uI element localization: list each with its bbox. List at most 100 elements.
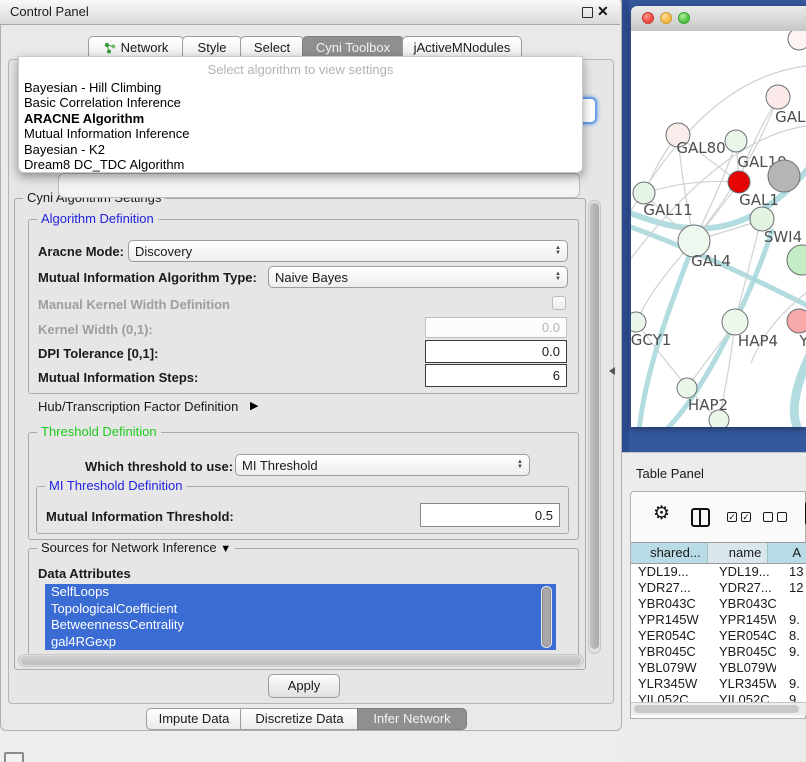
bottom-left-icon[interactable] bbox=[4, 752, 24, 762]
table-rows: YDL19...YDL19...13YDR27...YDR27...12YBR0… bbox=[631, 564, 806, 702]
algorithm-option[interactable]: ARACNE Algorithm bbox=[19, 111, 582, 126]
combo-arrows-icon: ▲▼ bbox=[555, 246, 561, 256]
network-view-window[interactable]: GAL2GAL80GAL10GAL1GAL11SWI4GAL4GCY1HAP4Y… bbox=[631, 6, 806, 427]
algorithm-option[interactable]: Basic Correlation Inference bbox=[19, 95, 582, 110]
algorithm-option[interactable]: Dream8 DC_TDC Algorithm bbox=[19, 157, 582, 172]
column-header-name[interactable]: name bbox=[708, 543, 769, 563]
table-cell: YBL079W bbox=[712, 660, 776, 676]
list-scrollbar[interactable] bbox=[541, 586, 552, 648]
algorithm-option[interactable]: Mutual Information Inference bbox=[19, 126, 582, 141]
table-cell: YBR043C bbox=[631, 596, 712, 612]
data-attributes-list[interactable]: SelfLoopsTopologicalCoefficientBetweenne… bbox=[45, 584, 556, 650]
combo-arrows-icon: ▲▼ bbox=[517, 460, 523, 470]
network-node[interactable] bbox=[788, 31, 806, 50]
table-row[interactable]: YBR043CYBR043C bbox=[631, 596, 806, 612]
tab-label: jActiveMNodules bbox=[414, 40, 511, 55]
which-threshold-label: Which threshold to use: bbox=[85, 459, 233, 474]
aracne-mode-select[interactable]: Discovery ▲▼ bbox=[128, 240, 568, 262]
table-cell: YLR345W bbox=[712, 676, 776, 692]
sources-collapse-arrow-icon[interactable]: ▼ bbox=[220, 543, 231, 555]
settings-vertical-scrollbar[interactable] bbox=[588, 200, 601, 654]
network-canvas[interactable]: GAL2GAL80GAL10GAL1GAL11SWI4GAL4GCY1HAP4Y… bbox=[631, 31, 806, 427]
table-row[interactable]: YDL19...YDL19...13 bbox=[631, 564, 806, 580]
data-attribute-item[interactable]: SelfLoops bbox=[45, 584, 556, 601]
table-panel-title: Table Panel bbox=[636, 466, 704, 481]
minimize-window-icon[interactable] bbox=[660, 12, 672, 24]
float-panel-icon[interactable] bbox=[582, 7, 593, 18]
data-attribute-item[interactable]: BetweennessCentrality bbox=[45, 617, 556, 634]
network-node[interactable] bbox=[725, 130, 747, 152]
network-node[interactable] bbox=[631, 312, 646, 332]
tab-impute-data[interactable]: Impute Data bbox=[146, 708, 242, 730]
table-cell: 8. bbox=[776, 628, 806, 644]
node-label: GAL11 bbox=[643, 201, 692, 219]
tab-label: Cyni Toolbox bbox=[316, 40, 390, 55]
threshold-definition-title: Threshold Definition bbox=[37, 424, 161, 439]
table-cell: YIL052C bbox=[712, 692, 776, 702]
algorithm-option[interactable]: Bayesian - K2 bbox=[19, 142, 582, 157]
network-window-titlebar[interactable] bbox=[631, 6, 806, 32]
table-row[interactable]: YLR345WYLR345W9. bbox=[631, 676, 806, 692]
table-cell: 9. bbox=[776, 676, 806, 692]
mi-steps-field[interactable]: 6 bbox=[425, 364, 567, 387]
close-panel-icon[interactable]: ✕ bbox=[597, 0, 609, 23]
table-cell: YBR043C bbox=[712, 596, 776, 612]
table-cell: YER054C bbox=[712, 628, 776, 644]
deselect-all-checkbox-icon[interactable] bbox=[777, 512, 787, 522]
table-row[interactable]: YPR145WYPR145W9. bbox=[631, 612, 806, 628]
table-horizontal-scrollbar[interactable] bbox=[631, 702, 806, 715]
list-scrollbar-thumb[interactable] bbox=[542, 587, 551, 647]
table-row[interactable]: YDR27...YDR27...12 bbox=[631, 580, 806, 596]
network-graph: GAL2GAL80GAL10GAL1GAL11SWI4GAL4GCY1HAP4Y… bbox=[631, 31, 806, 427]
algorithm-option[interactable]: Bayesian - Hill Climbing bbox=[19, 80, 582, 95]
secondary-combobox[interactable] bbox=[58, 173, 580, 198]
network-node[interactable] bbox=[787, 245, 806, 275]
node-label: HAP4 bbox=[738, 332, 778, 350]
table-panel: ⚙ ✓ ✓ shared... name A YDL19...YDL19...1… bbox=[630, 491, 806, 719]
dpi-tolerance-field[interactable]: 0.0 bbox=[425, 340, 567, 363]
network-node[interactable] bbox=[766, 85, 790, 109]
table-cell: YBR045C bbox=[712, 644, 776, 660]
table-row[interactable]: YBL079WYBL079W bbox=[631, 660, 806, 676]
network-node[interactable] bbox=[728, 171, 750, 193]
table-cell: 13 bbox=[776, 564, 806, 580]
table-row[interactable]: YIL052CYIL052C9. bbox=[631, 692, 806, 702]
select-all-checkbox-icon[interactable]: ✓ bbox=[741, 512, 751, 522]
columns-icon[interactable] bbox=[691, 508, 710, 527]
table-row[interactable]: YER054CYER054C8. bbox=[631, 628, 806, 644]
which-threshold-select[interactable]: MI Threshold ▲▼ bbox=[235, 454, 530, 476]
tab-label: Discretize Data bbox=[255, 711, 343, 726]
close-window-icon[interactable] bbox=[642, 12, 654, 24]
hub-expand-arrow-icon[interactable]: ▶ bbox=[250, 399, 258, 412]
zoom-window-icon[interactable] bbox=[678, 12, 690, 24]
tab-discretize-data[interactable]: Discretize Data bbox=[240, 708, 359, 730]
kernel-width-label: Kernel Width (0,1): bbox=[38, 322, 153, 337]
table-cell: YDR27... bbox=[631, 580, 712, 596]
apply-button[interactable]: Apply bbox=[268, 674, 340, 698]
settings-vscroll-thumb[interactable] bbox=[590, 203, 599, 649]
tab-infer-network[interactable]: Infer Network bbox=[357, 708, 467, 730]
settings-hscroll-thumb[interactable] bbox=[21, 656, 581, 665]
desktop-edge bbox=[622, 0, 629, 452]
data-attribute-item[interactable]: TopologicalCoefficient bbox=[45, 601, 556, 618]
mi-type-select[interactable]: Naive Bayes ▲▼ bbox=[268, 266, 568, 288]
deselect-all-checkbox-icon[interactable] bbox=[763, 512, 773, 522]
network-node[interactable] bbox=[768, 160, 800, 192]
table-cell: YIL052C bbox=[631, 692, 712, 702]
table-row[interactable]: YBR045CYBR045C9. bbox=[631, 644, 806, 660]
network-node[interactable] bbox=[709, 410, 729, 427]
settings-horizontal-scrollbar[interactable] bbox=[18, 654, 584, 667]
algorithm-definition-title: Algorithm Definition bbox=[37, 211, 158, 226]
splitter-collapse-icon[interactable] bbox=[609, 367, 615, 375]
column-header-partial[interactable]: A bbox=[768, 543, 806, 563]
table-hscroll-thumb[interactable] bbox=[634, 705, 799, 713]
network-node[interactable] bbox=[787, 309, 806, 333]
column-header-shared-name[interactable]: shared... bbox=[631, 543, 708, 563]
select-all-checkbox-icon[interactable]: ✓ bbox=[727, 512, 737, 522]
gear-icon[interactable]: ⚙ bbox=[653, 504, 670, 524]
data-attribute-item[interactable]: gal4RGexp bbox=[45, 634, 556, 651]
mi-threshold-field[interactable]: 0.5 bbox=[420, 503, 560, 527]
control-panel-titlebar[interactable]: Control Panel ✕ bbox=[0, 0, 620, 25]
manual-kernel-checkbox[interactable] bbox=[552, 296, 566, 310]
network-node[interactable] bbox=[677, 378, 697, 398]
